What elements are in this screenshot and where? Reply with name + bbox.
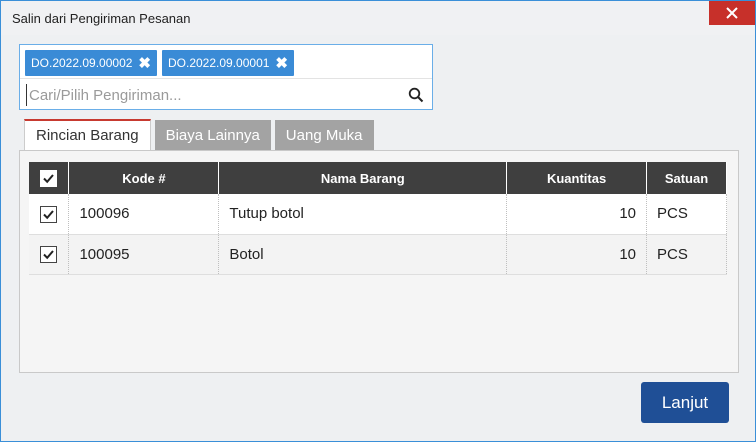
selected-tag: DO.2022.09.00001 ✖	[162, 50, 294, 76]
column-header-nama[interactable]: Nama Barang	[218, 162, 508, 194]
close-icon	[726, 7, 738, 19]
cell-kode: 100096	[68, 194, 220, 235]
tab-biaya-lainnya[interactable]: Biaya Lainnya	[154, 120, 271, 150]
items-panel: Kode # Nama Barang Kuantitas Satuan 1000…	[19, 150, 739, 373]
cell-nama: Tutup botol	[218, 194, 508, 235]
row-check-cell	[29, 194, 70, 235]
selected-tag: DO.2022.09.00002 ✖	[25, 50, 157, 76]
delivery-selector[interactable]: DO.2022.09.00002 ✖ DO.2022.09.00001 ✖	[19, 44, 433, 110]
column-header-satuan[interactable]: Satuan	[646, 162, 727, 194]
dialog-title: Salin dari Pengiriman Pesanan	[12, 11, 191, 26]
close-button[interactable]	[709, 1, 755, 25]
check-icon	[43, 173, 54, 183]
row-checkbox[interactable]	[40, 205, 58, 223]
tab-bar: Rincian Barang Biaya Lainnya Uang Muka	[24, 119, 374, 150]
check-icon	[43, 209, 54, 219]
items-table: Kode # Nama Barang Kuantitas Satuan 1000…	[29, 162, 727, 275]
row-check-cell	[29, 234, 70, 275]
select-all-cell	[29, 162, 70, 194]
table-row[interactable]: 100095 Botol 10 PCS	[29, 234, 727, 275]
row-checkbox[interactable]	[40, 245, 58, 263]
cell-kuantitas: 10	[506, 234, 648, 275]
column-header-kuantitas[interactable]: Kuantitas	[506, 162, 648, 194]
table-header-row: Kode # Nama Barang Kuantitas Satuan	[29, 162, 727, 194]
column-header-kode[interactable]: Kode #	[68, 162, 220, 194]
cell-nama: Botol	[218, 234, 508, 275]
cell-satuan: PCS	[646, 234, 727, 275]
search-input[interactable]	[26, 84, 396, 106]
dialog-window: Salin dari Pengiriman Pesanan DO.2022.09…	[0, 0, 756, 442]
check-icon	[43, 250, 54, 260]
tab-rincian-barang[interactable]: Rincian Barang	[24, 119, 151, 150]
tag-label: DO.2022.09.00002	[31, 56, 133, 70]
remove-tag-icon[interactable]: ✖	[138, 56, 151, 71]
title-bar: Salin dari Pengiriman Pesanan	[1, 1, 755, 35]
cell-kode: 100095	[68, 234, 220, 275]
remove-tag-icon[interactable]: ✖	[275, 56, 288, 71]
cell-satuan: PCS	[646, 194, 727, 235]
selected-tags: DO.2022.09.00002 ✖ DO.2022.09.00001 ✖	[25, 50, 294, 76]
table-row[interactable]: 100096 Tutup botol 10 PCS	[29, 194, 727, 235]
search-row	[20, 78, 432, 109]
tag-label: DO.2022.09.00001	[168, 56, 270, 70]
lanjut-button[interactable]: Lanjut	[641, 382, 729, 423]
search-icon[interactable]	[408, 87, 424, 103]
tab-uang-muka[interactable]: Uang Muka	[274, 120, 374, 150]
cell-kuantitas: 10	[506, 194, 648, 235]
select-all-checkbox[interactable]	[40, 169, 58, 187]
